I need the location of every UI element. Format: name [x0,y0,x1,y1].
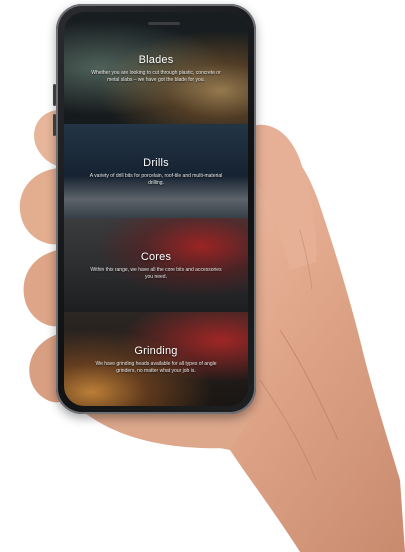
phone-screen: Blades Whether you are looking to cut th… [64,12,248,406]
category-title: Drills [143,157,169,169]
category-card-blades[interactable]: Blades Whether you are looking to cut th… [64,12,248,124]
category-description: We have grinding heads available for all… [95,361,217,374]
category-description: A variety of drill bits for porcelain, r… [89,173,223,186]
blades-background-image [64,12,248,124]
drills-background-image [64,124,248,218]
category-title: Blades [138,54,174,66]
volume-button [53,114,56,136]
category-card-grinding[interactable]: Grinding We have grinding heads availabl… [64,312,248,406]
volume-button [53,84,56,106]
category-description: Within this range, we have all the core … [90,267,222,280]
category-title: Grinding [134,345,178,357]
category-card-cores[interactable]: Cores Within this range, we have all the… [64,218,248,312]
category-title: Cores [140,251,172,263]
category-card-drills[interactable]: Drills A variety of drill bits for porce… [64,124,248,218]
speaker-grille [148,22,180,25]
category-description: Whether you are looking to cut through p… [91,70,221,83]
phone-device: Blades Whether you are looking to cut th… [53,4,256,414]
cores-background-image [64,218,248,312]
grinding-background-image [64,312,248,406]
